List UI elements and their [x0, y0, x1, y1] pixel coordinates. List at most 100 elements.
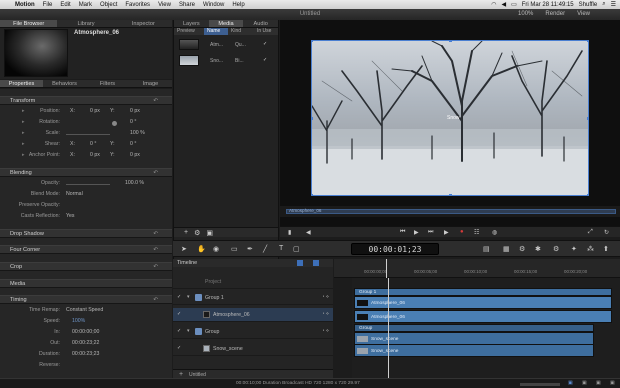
import-icon[interactable]: ▣: [206, 229, 213, 237]
mini-timeline[interactable]: Atmosphere_06: [280, 206, 620, 217]
section-four-corner[interactable]: Four Corner ↶: [0, 245, 172, 254]
pan-tool-icon[interactable]: ✋: [197, 245, 206, 253]
particles-icon[interactable]: ✦: [571, 245, 577, 253]
media-row[interactable]: Atm... Qu... ✓: [177, 37, 277, 52]
clip-atmosphere[interactable]: Atmosphere_06: [354, 310, 612, 323]
zoom-menu[interactable]: 100%: [518, 11, 533, 17]
menu-file[interactable]: File: [39, 2, 57, 8]
anchor-y-field[interactable]: 0 px: [130, 152, 140, 158]
render-menu[interactable]: Render: [545, 11, 565, 17]
media-row[interactable]: Sno... Bi... ✓: [177, 53, 277, 68]
resize-handle[interactable]: [449, 194, 452, 195]
layer-row-group[interactable]: ✓ ▾ Group ◔ ⋄: [173, 325, 333, 339]
go-to-end-button[interactable]: ⏭: [428, 229, 433, 236]
curves-icon[interactable]: ▣: [582, 381, 587, 386]
layer-row-group1[interactable]: ✓ ▾ Group 1 ◔ ⋄: [173, 291, 333, 305]
behaviors-icon[interactable]: ⚙: [519, 245, 525, 253]
filters-icon[interactable]: ✱: [535, 245, 541, 253]
col-name[interactable]: Name: [204, 28, 228, 35]
resize-handle[interactable]: [587, 41, 588, 42]
view-menu[interactable]: View: [577, 11, 590, 17]
reset-icon[interactable]: ↶: [153, 246, 158, 254]
select-tool-icon[interactable]: ➤: [181, 245, 187, 253]
tab-inspector[interactable]: Inspector: [115, 20, 172, 27]
tab-image[interactable]: Image: [129, 80, 172, 87]
section-transform[interactable]: Transform ↶: [0, 96, 172, 105]
menu-app-name[interactable]: Motion: [11, 2, 39, 8]
disclosure-icon[interactable]: ▾: [187, 294, 194, 301]
text-tool-icon[interactable]: T: [279, 245, 283, 252]
visibility-checkbox[interactable]: ✓: [177, 311, 181, 317]
wifi-icon[interactable]: ◠: [491, 1, 496, 8]
bezier-tool-icon[interactable]: ✒: [247, 245, 253, 253]
resize-handle[interactable]: [587, 194, 588, 195]
volume-icon[interactable]: ◀: [501, 1, 506, 8]
section-blending[interactable]: Blending ↶: [0, 168, 172, 177]
section-timing[interactable]: Timing ↶: [0, 295, 172, 304]
canvas-image[interactable]: Snow: [311, 40, 589, 196]
spotlight-icon[interactable]: ⌕: [602, 1, 605, 8]
library-icon[interactable]: ▦: [503, 245, 510, 253]
mask-tool-icon[interactable]: ▢: [293, 245, 300, 253]
visibility-checkbox[interactable]: ✓: [177, 328, 181, 334]
menu-view[interactable]: View: [154, 2, 175, 8]
section-media[interactable]: Media: [0, 279, 172, 288]
record-options-icon[interactable]: ☷: [474, 229, 479, 236]
layer-view-icon[interactable]: ▤: [483, 245, 490, 253]
tab-audio[interactable]: Audio: [243, 20, 278, 27]
tab-layers[interactable]: Layers: [174, 20, 209, 27]
reset-icon[interactable]: ↶: [153, 296, 158, 304]
rotation-dial[interactable]: [112, 121, 117, 126]
paint-tool-icon[interactable]: ╱: [263, 245, 267, 253]
disclosure-icon[interactable]: ▸: [22, 152, 25, 158]
clip-group1[interactable]: Group 1: [354, 288, 612, 296]
disclosure-icon[interactable]: ▸: [22, 119, 25, 125]
menu-window[interactable]: Window: [199, 2, 228, 8]
menu-favorites[interactable]: Favorites: [121, 2, 154, 8]
loop-play-icon[interactable]: ▶: [444, 229, 449, 236]
zoom-slider[interactable]: [520, 383, 560, 386]
col-kind[interactable]: Kind: [228, 28, 254, 35]
battery-icon[interactable]: ▭: [511, 1, 517, 8]
reset-icon[interactable]: ↶: [153, 230, 158, 238]
speed-field[interactable]: 100%: [72, 318, 85, 324]
visibility-checkbox[interactable]: ✓: [177, 345, 181, 351]
opacity-field[interactable]: 100.0 %: [125, 180, 144, 186]
in-field[interactable]: 00:00:00;00: [72, 329, 99, 335]
anchor-x-field[interactable]: 0 px: [90, 152, 100, 158]
resize-handle[interactable]: [312, 194, 313, 195]
expand-icon[interactable]: ▣: [610, 381, 615, 386]
loop-icon[interactable]: ↻: [604, 229, 609, 236]
col-in-use[interactable]: In Use: [254, 28, 278, 35]
duration-field[interactable]: 00:00:23;23: [72, 351, 99, 357]
disclosure-icon[interactable]: ▸: [22, 130, 25, 136]
disclosure-icon[interactable]: ▸: [22, 108, 25, 114]
disclosure-icon[interactable]: ▸: [22, 141, 25, 147]
play-button[interactable]: ▶: [414, 229, 419, 236]
menubar-user[interactable]: Shuffle: [579, 2, 598, 8]
blend-mode-popup[interactable]: Normal: [66, 191, 83, 197]
lock-icon[interactable]: ◔ ⋄: [321, 328, 329, 334]
view-toggle-icon[interactable]: [297, 260, 303, 266]
clip-atmosphere[interactable]: Atmosphere_06: [354, 296, 612, 309]
audio-icon[interactable]: ◍: [492, 229, 497, 236]
menu-mark[interactable]: Mark: [75, 2, 96, 8]
replicator-icon[interactable]: ⁂: [587, 245, 594, 253]
shear-y-field[interactable]: 0 °: [130, 141, 136, 147]
shape-tool-icon[interactable]: ▭: [231, 245, 238, 253]
camera-tool-icon[interactable]: ◉: [213, 245, 219, 253]
tab-properties[interactable]: Properties: [0, 80, 43, 87]
fullscreen-icon[interactable]: ⤢: [588, 229, 593, 236]
list-icon[interactable]: ☰: [611, 1, 616, 8]
menu-help[interactable]: Help: [228, 2, 248, 8]
opacity-slider[interactable]: [66, 184, 110, 185]
out-field[interactable]: 00:00:23;22: [72, 340, 99, 346]
layer-row-snow-scene[interactable]: ✓ Snow_scene: [173, 342, 333, 356]
scale-slider[interactable]: [66, 134, 110, 135]
layer-row-atmosphere[interactable]: ✓ Atmosphere_06 ◔ ⋄: [173, 308, 333, 322]
disclosure-icon[interactable]: ▾: [187, 328, 194, 335]
visibility-checkbox[interactable]: ✓: [177, 294, 181, 300]
timeline-view-icon[interactable]: ▣: [568, 381, 573, 386]
tab-media[interactable]: Media: [208, 20, 244, 27]
position-y-field[interactable]: 0 px: [130, 108, 140, 114]
